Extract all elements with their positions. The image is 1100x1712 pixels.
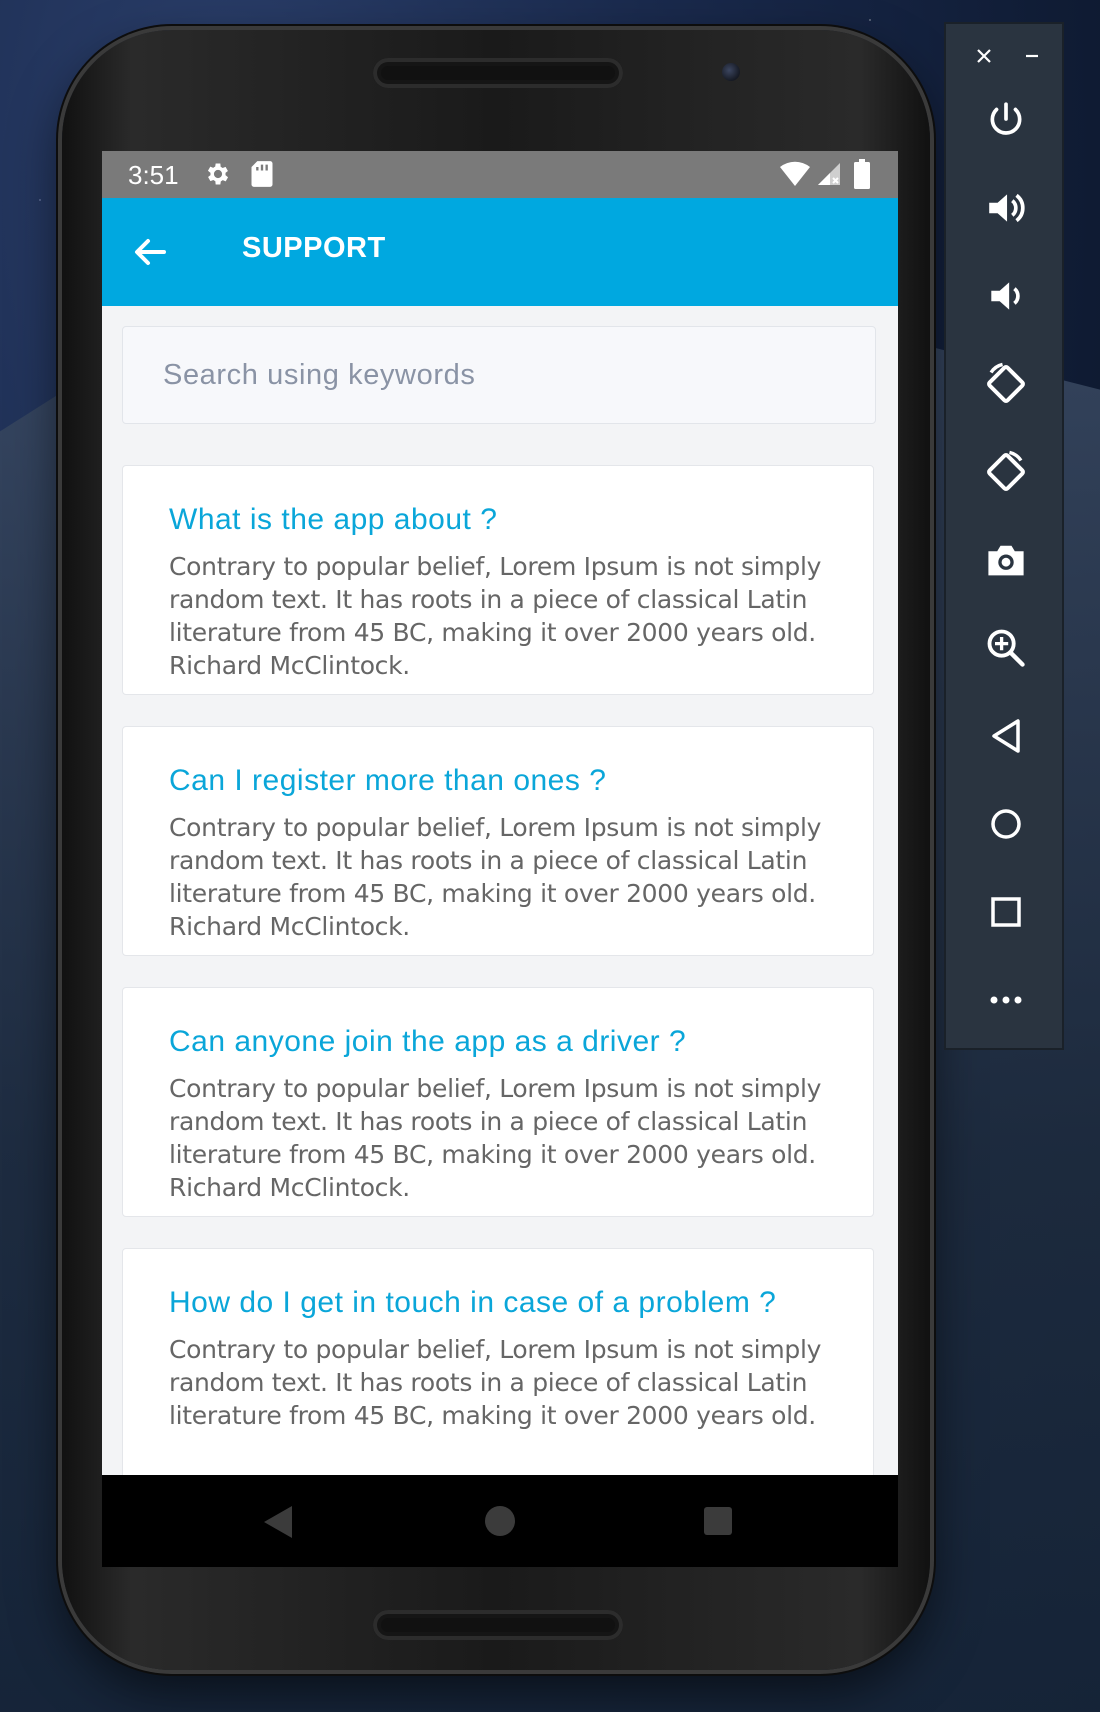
back-icon [992, 719, 1020, 753]
faq-answer: Contrary to popular belief, Lorem Ipsum … [169, 813, 822, 941]
faq-card[interactable]: What is the app about ? Contrary to popu… [122, 465, 874, 695]
device-screen: 3:51 SUPPORT What is the app about ? Co [102, 151, 898, 1475]
home-icon [991, 809, 1021, 839]
page-title: SUPPORT [242, 232, 386, 264]
status-time: 3:51 [128, 160, 179, 190]
volume-up-icon [989, 193, 1025, 223]
faq-answer: Contrary to popular belief, Lorem Ipsum … [169, 1335, 822, 1430]
back-arrow-icon[interactable] [128, 230, 172, 274]
zoom-icon [987, 629, 1025, 667]
emulator-toolbar [944, 22, 1064, 1050]
volume-down-button[interactable] [946, 266, 1066, 326]
faq-card[interactable]: How do I get in touch in case of a probl… [122, 1248, 874, 1475]
camera-icon [988, 545, 1024, 576]
back-button[interactable] [946, 706, 1066, 766]
more-button[interactable] [946, 970, 1066, 1030]
minimize-icon[interactable] [1020, 44, 1044, 68]
rotate-left-button[interactable] [946, 354, 1066, 414]
home-button[interactable] [946, 794, 1066, 854]
faq-question: How do I get in touch in case of a probl… [169, 1286, 777, 1319]
close-icon[interactable] [972, 44, 996, 68]
faq-card[interactable]: Can I register more than ones ? Contrary… [122, 726, 874, 956]
nav-back-icon[interactable] [262, 1505, 294, 1539]
power-button[interactable] [946, 90, 1066, 150]
status-bar: 3:51 [102, 151, 898, 198]
settings-gear-icon [207, 163, 229, 185]
wifi-icon [780, 161, 810, 186]
volume-down-icon [991, 282, 1020, 310]
search-box [122, 326, 876, 424]
nav-recents-icon[interactable] [704, 1507, 732, 1535]
faq-answer: Contrary to popular belief, Lorem Ipsum … [169, 552, 822, 680]
search-input[interactable] [123, 327, 875, 423]
faq-answer: Contrary to popular belief, Lorem Ipsum … [169, 1074, 822, 1202]
faq-question: Can I register more than ones ? [169, 764, 607, 797]
overview-icon [991, 897, 1021, 927]
rotate-left-icon [987, 362, 1025, 403]
more-icon [990, 996, 1022, 1004]
rotate-right-icon [987, 450, 1025, 491]
screenshot-button[interactable] [946, 530, 1066, 590]
nav-home-icon[interactable] [485, 1506, 515, 1536]
front-camera [722, 63, 740, 81]
faq-question: Can anyone join the app as a driver ? [169, 1025, 687, 1058]
faq-question: What is the app about ? [169, 503, 498, 536]
battery-icon [854, 159, 870, 189]
sd-card-icon [251, 161, 273, 187]
power-icon [990, 102, 1022, 135]
faq-card[interactable]: Can anyone join the app as a driver ? Co… [122, 987, 874, 1217]
zoom-button[interactable] [946, 618, 1066, 678]
volume-up-button[interactable] [946, 178, 1066, 238]
overview-button[interactable] [946, 882, 1066, 942]
rotate-right-button[interactable] [946, 442, 1066, 502]
top-speaker [373, 58, 623, 88]
bottom-speaker [373, 1610, 623, 1640]
system-nav-bar [102, 1475, 898, 1567]
app-bar: SUPPORT [102, 198, 898, 306]
cell-signal-icon [818, 163, 840, 185]
